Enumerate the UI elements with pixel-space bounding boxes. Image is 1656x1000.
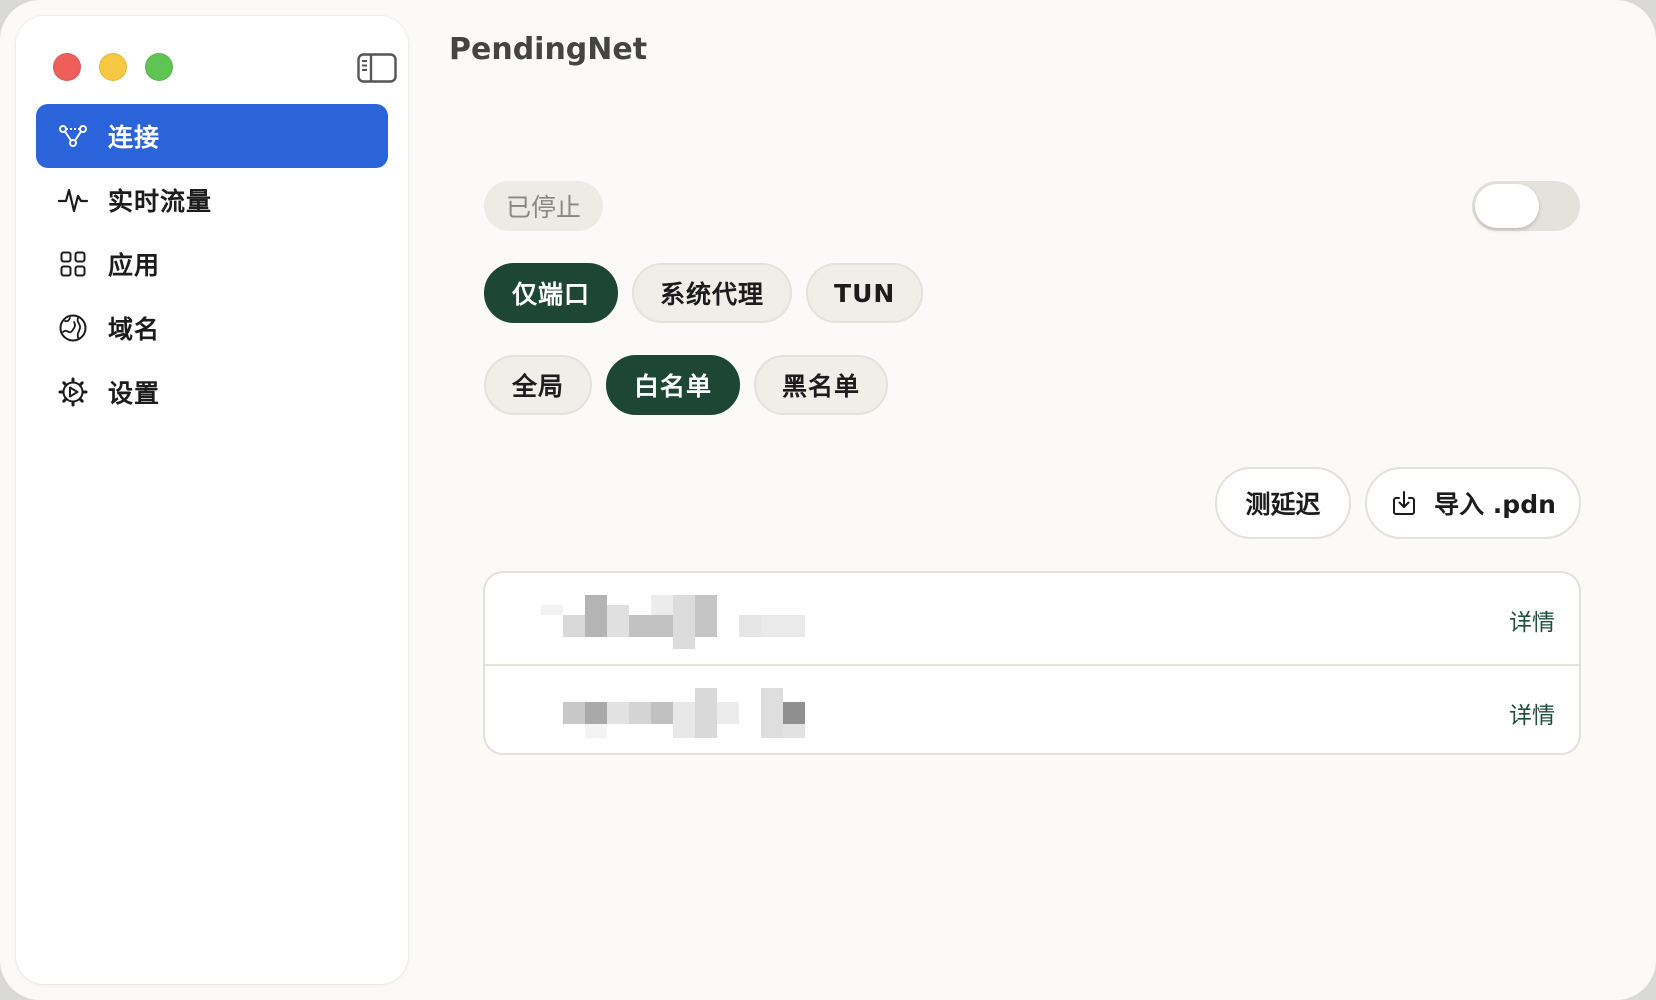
redacted-server-name: [541, 595, 807, 649]
routing-blacklist-chip[interactable]: 黑名单: [754, 355, 889, 415]
page-title: PendingNet: [449, 32, 648, 67]
sidebar-item-live-traffic[interactable]: 实时流量: [36, 168, 388, 232]
sidebar-item-label: 实时流量: [108, 187, 213, 216]
pulse-icon: [58, 185, 88, 215]
sidebar-item-label: 应用: [108, 251, 161, 280]
mode-port-only-chip[interactable]: 仅端口: [484, 263, 619, 323]
mode-selector: 仅端口 系统代理 TUN: [484, 263, 924, 323]
maximize-window-button[interactable]: [145, 53, 173, 81]
sidebar-item-domains[interactable]: 域名: [36, 296, 388, 360]
sidebar: 连接 实时流量 应用 域名 设置: [16, 16, 408, 984]
minimize-window-button[interactable]: [99, 53, 127, 81]
sidebar-item-connect[interactable]: 连接: [36, 104, 388, 168]
close-window-button[interactable]: [53, 53, 81, 81]
list-item[interactable]: 详情: [485, 573, 1579, 664]
sidebar-item-settings[interactable]: 设置: [36, 360, 388, 424]
routing-selector: 全局 白名单 黑名单: [484, 355, 889, 415]
sidebar-item-label: 连接: [108, 123, 161, 152]
status-badge: 已停止: [484, 181, 604, 231]
import-pdn-button[interactable]: 导入 .pdn: [1365, 467, 1581, 539]
globe-icon: [58, 313, 88, 343]
redacted-server-name: [563, 688, 807, 742]
detail-link[interactable]: 详情: [1509, 603, 1555, 637]
test-latency-label: 测延迟: [1245, 490, 1321, 519]
toggle-knob: [1475, 184, 1539, 228]
grid-icon: [58, 249, 88, 279]
detail-link[interactable]: 详情: [1509, 696, 1555, 730]
routing-whitelist-chip[interactable]: 白名单: [606, 355, 741, 415]
mode-tun-chip[interactable]: TUN: [806, 263, 924, 323]
app-window: 连接 实时流量 应用 域名 设置 PendingNet 已停止 仅端口 系统代理…: [0, 0, 1656, 1000]
sidebar-item-label: 设置: [108, 379, 161, 408]
nodes-icon: [58, 121, 88, 151]
test-latency-button[interactable]: 测延迟: [1215, 467, 1351, 539]
sidebar-item-label: 域名: [108, 315, 161, 344]
sidebar-toggle-icon[interactable]: [357, 53, 397, 83]
import-pdn-label: 导入 .pdn: [1434, 490, 1556, 519]
gear-icon: [58, 377, 88, 407]
routing-global-chip[interactable]: 全局: [484, 355, 593, 415]
list-item[interactable]: 详情: [485, 664, 1579, 753]
sidebar-nav: 连接 实时流量 应用 域名 设置: [36, 104, 388, 424]
connection-toggle[interactable]: [1472, 181, 1580, 231]
mode-system-proxy-chip[interactable]: 系统代理: [632, 263, 793, 323]
server-list: 详情 详情: [483, 571, 1581, 755]
sidebar-item-apps[interactable]: 应用: [36, 232, 388, 296]
import-icon: [1390, 489, 1418, 517]
